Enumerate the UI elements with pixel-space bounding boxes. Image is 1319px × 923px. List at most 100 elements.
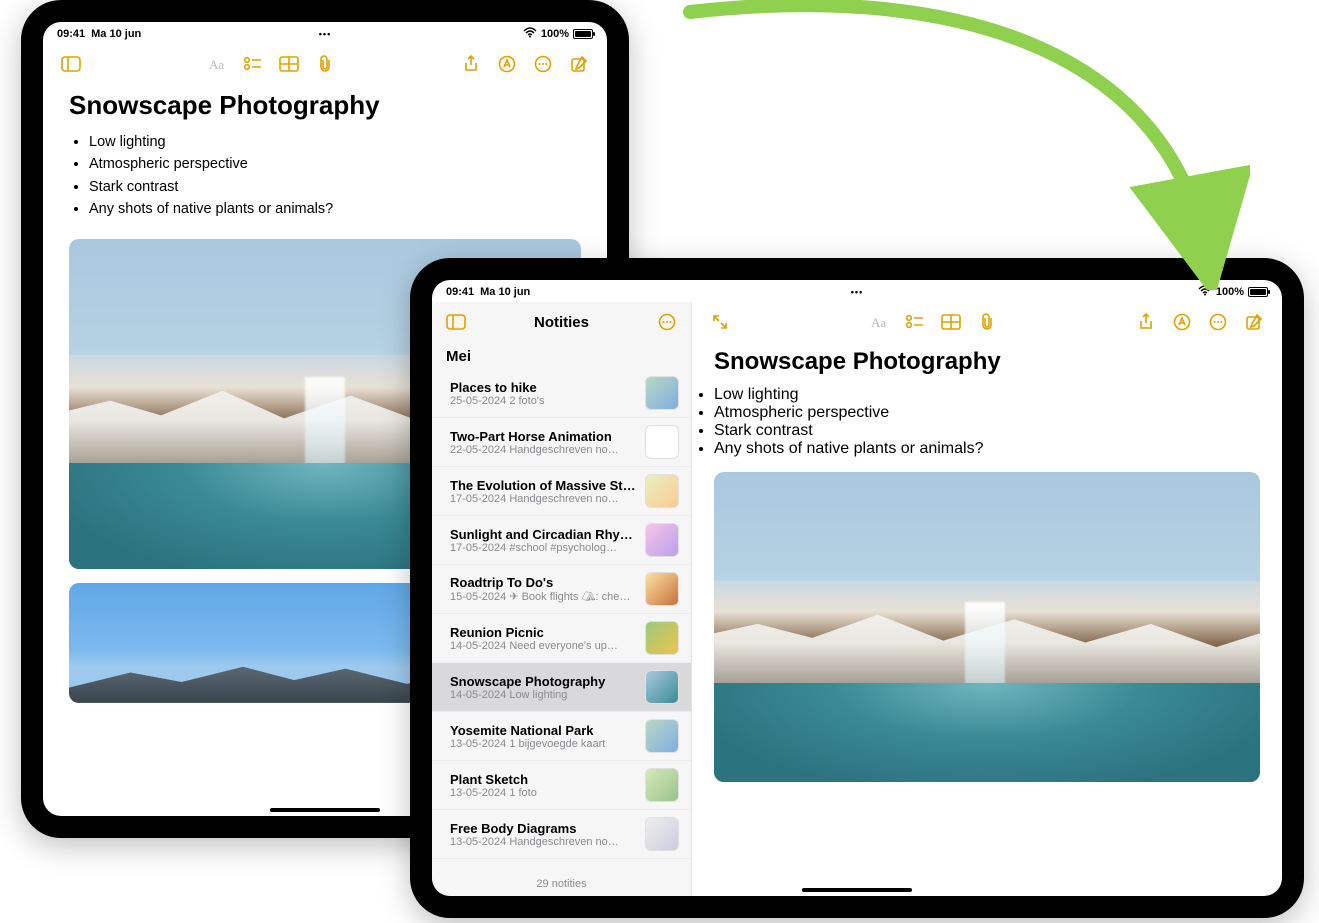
list-item-sub: 15-05-2024 ✈︎ Book flights ⛺︎: che… bbox=[450, 590, 637, 603]
status-date: Ma 10 jun bbox=[480, 286, 530, 298]
list-footer: 29 notities bbox=[432, 872, 691, 896]
list-item-thumb bbox=[645, 425, 679, 459]
note-content[interactable]: Snowscape Photography Low lighting Atmos… bbox=[692, 342, 1282, 896]
list-item-thumb bbox=[645, 670, 679, 704]
checklist-button[interactable] bbox=[239, 50, 267, 78]
status-time: 09:41 bbox=[446, 286, 474, 298]
list-item[interactable]: Free Body Diagrams13-05-2024 Handgeschre… bbox=[432, 810, 691, 859]
sidebar-title: Notities bbox=[476, 314, 647, 331]
attach-button[interactable] bbox=[973, 308, 1001, 336]
list-item-sub: 14-05-2024 Low lighting bbox=[450, 689, 637, 701]
multitask-dots[interactable]: ••• bbox=[720, 287, 994, 297]
list-item-thumb bbox=[645, 474, 679, 508]
list-item-title: Roadtrip To Do's bbox=[450, 575, 637, 590]
screen-landscape: 09:41 Ma 10 jun ••• 100% Notities bbox=[432, 280, 1282, 896]
bullet-item: Atmospheric perspective bbox=[714, 404, 1260, 422]
list-item-sub: 13-05-2024 1 foto bbox=[450, 787, 637, 799]
list-item-thumb bbox=[645, 572, 679, 606]
bullet-item: Any shots of native plants or animals? bbox=[89, 198, 581, 220]
markup-button[interactable] bbox=[493, 50, 521, 78]
bullet-item: Atmospheric perspective bbox=[89, 153, 581, 175]
format-button[interactable]: Aa bbox=[203, 50, 231, 78]
list-item[interactable]: Snowscape Photography14-05-2024 Low ligh… bbox=[432, 663, 691, 712]
list-item-thumb bbox=[645, 376, 679, 410]
note-title: Snowscape Photography bbox=[714, 342, 1260, 386]
sidebar-more-button[interactable] bbox=[653, 308, 681, 336]
list-item-title: Reunion Picnic bbox=[450, 625, 637, 640]
battery-pct: 100% bbox=[1216, 286, 1244, 298]
list-item-title: Places to hike bbox=[450, 380, 637, 395]
list-item-thumb bbox=[645, 523, 679, 557]
bullet-item: Low lighting bbox=[714, 386, 1260, 404]
list-item[interactable]: Places to hike25-05-2024 2 foto's bbox=[432, 369, 691, 418]
share-button[interactable] bbox=[457, 50, 485, 78]
list-item-title: Plant Sketch bbox=[450, 772, 637, 787]
svg-text:Aa: Aa bbox=[871, 315, 886, 330]
attach-button[interactable] bbox=[311, 50, 339, 78]
notes-list[interactable]: Places to hike25-05-2024 2 foto'sTwo-Par… bbox=[432, 369, 691, 872]
section-label: Mei bbox=[432, 342, 691, 369]
bullet-item: Any shots of native plants or animals? bbox=[714, 440, 1260, 458]
list-item-sub: 22-05-2024 Handgeschreven no… bbox=[450, 444, 637, 456]
note-photo-waterfall[interactable] bbox=[714, 472, 1260, 782]
list-item[interactable]: Roadtrip To Do's15-05-2024 ✈︎ Book fligh… bbox=[432, 565, 691, 614]
share-button[interactable] bbox=[1132, 308, 1160, 336]
list-item-sub: 25-05-2024 2 foto's bbox=[450, 395, 637, 407]
checklist-button[interactable] bbox=[901, 308, 929, 336]
note-detail: Aa bbox=[692, 302, 1282, 896]
list-item[interactable]: Sunlight and Circadian Rhyth…17-05-2024 … bbox=[432, 516, 691, 565]
bullet-item: Low lighting bbox=[89, 131, 581, 153]
detail-toolbar: Aa bbox=[692, 302, 1282, 342]
note-toolbar: Aa bbox=[43, 44, 607, 84]
home-indicator[interactable] bbox=[802, 888, 912, 892]
note-title: Snowscape Photography bbox=[69, 84, 581, 131]
markup-button[interactable] bbox=[1168, 308, 1196, 336]
status-date: Ma 10 jun bbox=[91, 28, 141, 40]
compose-button[interactable] bbox=[1240, 308, 1268, 336]
table-button[interactable] bbox=[937, 308, 965, 336]
more-button[interactable] bbox=[1204, 308, 1232, 336]
status-bar: 09:41 Ma 10 jun ••• 100% bbox=[43, 22, 607, 44]
list-item-title: Yosemite National Park bbox=[450, 723, 637, 738]
list-item[interactable]: Two-Part Horse Animation22-05-2024 Handg… bbox=[432, 418, 691, 467]
wifi-icon bbox=[1198, 285, 1212, 299]
expand-button[interactable] bbox=[706, 308, 734, 336]
battery-pct: 100% bbox=[541, 28, 569, 40]
battery-icon bbox=[573, 29, 593, 39]
folders-button[interactable] bbox=[442, 308, 470, 336]
list-item-thumb bbox=[645, 817, 679, 851]
list-item-title: Free Body Diagrams bbox=[450, 821, 637, 836]
compose-button[interactable] bbox=[565, 50, 593, 78]
notes-sidebar: Notities Mei Places to hike25-05-2024 2 … bbox=[432, 302, 692, 896]
bullet-item: Stark contrast bbox=[89, 176, 581, 198]
list-item[interactable]: Plant Sketch13-05-2024 1 foto bbox=[432, 761, 691, 810]
rotation-arrow bbox=[610, 0, 1250, 290]
list-item-thumb bbox=[645, 621, 679, 655]
list-item-title: Two-Part Horse Animation bbox=[450, 429, 637, 444]
more-button[interactable] bbox=[529, 50, 557, 78]
bullet-item: Stark contrast bbox=[714, 422, 1260, 440]
list-item-title: Snowscape Photography bbox=[450, 674, 637, 689]
sidebar-toggle-button[interactable] bbox=[57, 50, 85, 78]
list-item-sub: 13-05-2024 1 bijgevoegde kaart bbox=[450, 738, 637, 750]
status-bar: 09:41 Ma 10 jun ••• 100% bbox=[432, 280, 1282, 302]
note-bullets: Low lighting Atmospheric perspective Sta… bbox=[714, 386, 1260, 458]
ipad-landscape: 09:41 Ma 10 jun ••• 100% Notities bbox=[410, 258, 1304, 918]
list-item-sub: 14-05-2024 Need everyone's up… bbox=[450, 640, 637, 652]
format-button[interactable]: Aa bbox=[865, 308, 893, 336]
list-item-sub: 17-05-2024 #school #psycholog… bbox=[450, 542, 637, 554]
sidebar-header: Notities bbox=[432, 302, 691, 342]
svg-text:Aa: Aa bbox=[209, 57, 224, 72]
list-item[interactable]: Yosemite National Park13-05-2024 1 bijge… bbox=[432, 712, 691, 761]
home-indicator[interactable] bbox=[270, 808, 380, 812]
list-item-thumb bbox=[645, 719, 679, 753]
table-button[interactable] bbox=[275, 50, 303, 78]
list-item[interactable]: The Evolution of Massive Star…17-05-2024… bbox=[432, 467, 691, 516]
list-item[interactable]: Reunion Picnic14-05-2024 Need everyone's… bbox=[432, 614, 691, 663]
list-item-title: The Evolution of Massive Star… bbox=[450, 478, 637, 493]
battery-icon bbox=[1248, 287, 1268, 297]
note-bullets: Low lighting Atmospheric perspective Sta… bbox=[89, 131, 581, 221]
multitask-dots[interactable]: ••• bbox=[236, 29, 415, 39]
wifi-icon bbox=[523, 27, 537, 41]
list-item-title: Sunlight and Circadian Rhyth… bbox=[450, 527, 637, 542]
